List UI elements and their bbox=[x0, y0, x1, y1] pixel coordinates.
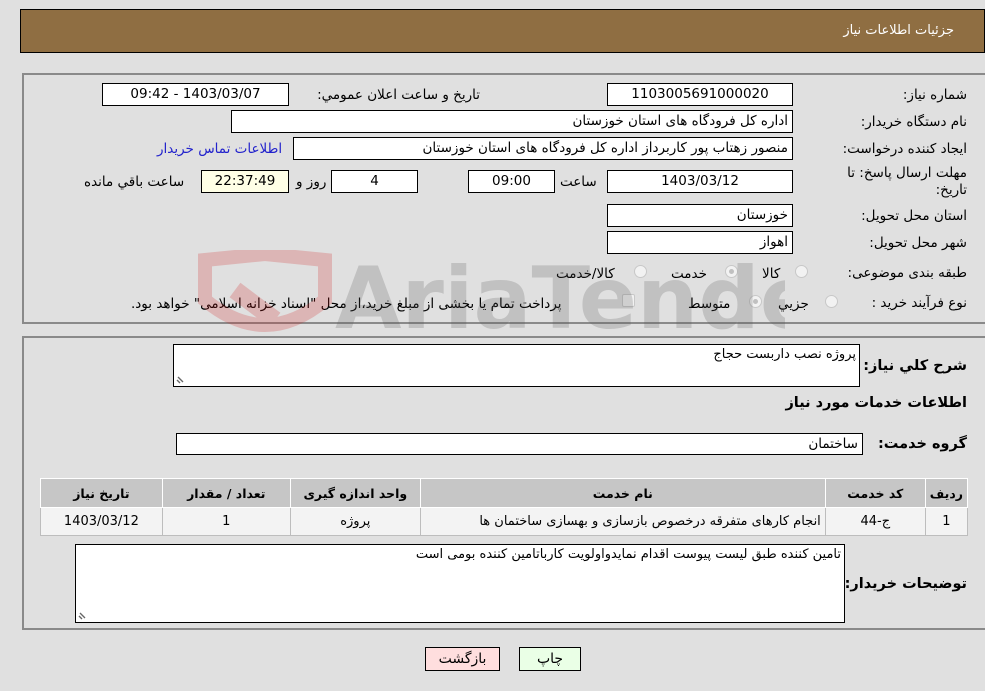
category-label: طبقه بندی موضوعی: bbox=[847, 265, 967, 281]
requester-field: منصور زهتاب پور کاربرداز اداره کل فرودگا… bbox=[293, 137, 793, 160]
service-group-field: ساختمان bbox=[176, 433, 863, 455]
time-remaining-label: ساعت باقي مانده bbox=[84, 174, 185, 190]
treasury-note: پرداخت تمام یا بخشی از مبلغ خرید،از محل … bbox=[131, 296, 562, 312]
buyer-contact-link[interactable]: اطلاعات تماس خریدار bbox=[157, 141, 282, 157]
cell-quantity: 1 bbox=[161, 507, 291, 536]
cell-need-date: 1403/03/12 bbox=[40, 507, 163, 536]
announce-datetime-label: تاريخ و ساعت اعلان عمومي: bbox=[317, 87, 480, 103]
print-button[interactable]: چاپ bbox=[519, 647, 581, 671]
summary-label: شرح کلي نیاز: bbox=[863, 358, 967, 374]
need-number-field: 1103005691000020 bbox=[607, 83, 793, 106]
resize-grip-icon[interactable] bbox=[176, 374, 186, 384]
category-option-goods: کالا bbox=[762, 266, 781, 282]
category-option-service: خدمت bbox=[671, 266, 707, 282]
days-remaining-field: 4 bbox=[331, 170, 418, 193]
category-radio-goods[interactable] bbox=[795, 265, 808, 278]
buyer-notes-label: توضیحات خریدار: bbox=[844, 576, 967, 592]
col-header-need-date: تاریخ نیاز bbox=[40, 478, 163, 508]
delivery-province-label: استان محل تحویل: bbox=[861, 208, 967, 224]
treasury-checkbox[interactable] bbox=[622, 294, 635, 307]
service-group-label: گروه خدمت: bbox=[877, 436, 967, 452]
purchase-process-label: نوع فرآیند خرید : bbox=[871, 295, 967, 311]
delivery-province-field: خوزستان bbox=[607, 204, 793, 227]
cell-unit: پروژه bbox=[289, 507, 421, 536]
col-header-service-code: کد خدمت bbox=[824, 478, 926, 508]
process-radio-medium[interactable] bbox=[749, 295, 762, 308]
cell-service-name: انجام کارهای متفرقه درخصوص بازسازی و بهس… bbox=[419, 507, 826, 536]
announce-datetime-field: 1403/03/07 - 09:42 bbox=[102, 83, 289, 106]
buyer-notes-textarea[interactable]: تامین کننده طبق لیست پیوست اقدام نمایدوا… bbox=[75, 544, 845, 623]
cell-row-number: 1 bbox=[924, 507, 969, 536]
col-header-service-name: نام خدمت bbox=[419, 478, 826, 508]
cell-service-code: ج-44 bbox=[824, 507, 926, 536]
buyer-org-label: نام دستگاه خریدار: bbox=[860, 114, 967, 130]
delivery-city-field: اهواز bbox=[607, 231, 793, 254]
process-radio-minor[interactable] bbox=[825, 295, 838, 308]
buyer-org-field: اداره کل فرودگاه های استان خوزستان bbox=[231, 110, 793, 133]
summary-textarea[interactable]: پروژه نصب داربست حجاج bbox=[173, 344, 860, 387]
process-option-medium: متوسط bbox=[688, 296, 731, 312]
deadline-time-field: 09:00 bbox=[468, 170, 555, 193]
deadline-time-label: ساعت bbox=[560, 174, 597, 190]
page-title: جزئیات اطلاعات نیاز bbox=[843, 23, 954, 38]
deadline-date-field: 1403/03/12 bbox=[607, 170, 793, 193]
resize-grip-icon[interactable] bbox=[78, 610, 88, 620]
page-header: جزئیات اطلاعات نیاز bbox=[20, 9, 985, 53]
buyer-notes-text: تامین کننده طبق لیست پیوست اقدام نمایدوا… bbox=[415, 547, 841, 562]
col-header-quantity: تعداد / مقدار bbox=[161, 478, 291, 508]
category-option-goods-service: کالا/خدمت bbox=[556, 266, 615, 282]
need-number-label: شماره نیاز: bbox=[902, 87, 967, 103]
col-header-unit: واحد اندازه گیری bbox=[289, 478, 421, 508]
deadline-label: مهلت ارسال پاسخ: تا تاریخ: bbox=[847, 165, 967, 198]
col-header-row-number: ردیف bbox=[924, 478, 969, 508]
services-section-title: اطلاعات خدمات مورد نیاز bbox=[785, 395, 967, 411]
summary-text: پروژه نصب داربست حجاج bbox=[713, 347, 856, 362]
delivery-city-label: شهر محل تحویل: bbox=[869, 235, 967, 251]
services-table: ردیف کد خدمت نام خدمت واحد اندازه گیری ت… bbox=[40, 478, 969, 536]
days-label: روز و bbox=[296, 174, 327, 190]
back-button[interactable]: بازگشت bbox=[425, 647, 500, 671]
table-header-row: ردیف کد خدمت نام خدمت واحد اندازه گیری ت… bbox=[40, 478, 969, 508]
table-row: 1 ج-44 انجام کارهای متفرقه درخصوص بازساز… bbox=[40, 507, 969, 536]
time-remaining-field: 22:37:49 bbox=[201, 170, 289, 193]
category-radio-service[interactable] bbox=[725, 265, 738, 278]
requester-label: ایجاد کننده درخواست: bbox=[842, 141, 967, 157]
category-radio-goods-service[interactable] bbox=[634, 265, 647, 278]
process-option-minor: جزيي bbox=[778, 296, 809, 312]
